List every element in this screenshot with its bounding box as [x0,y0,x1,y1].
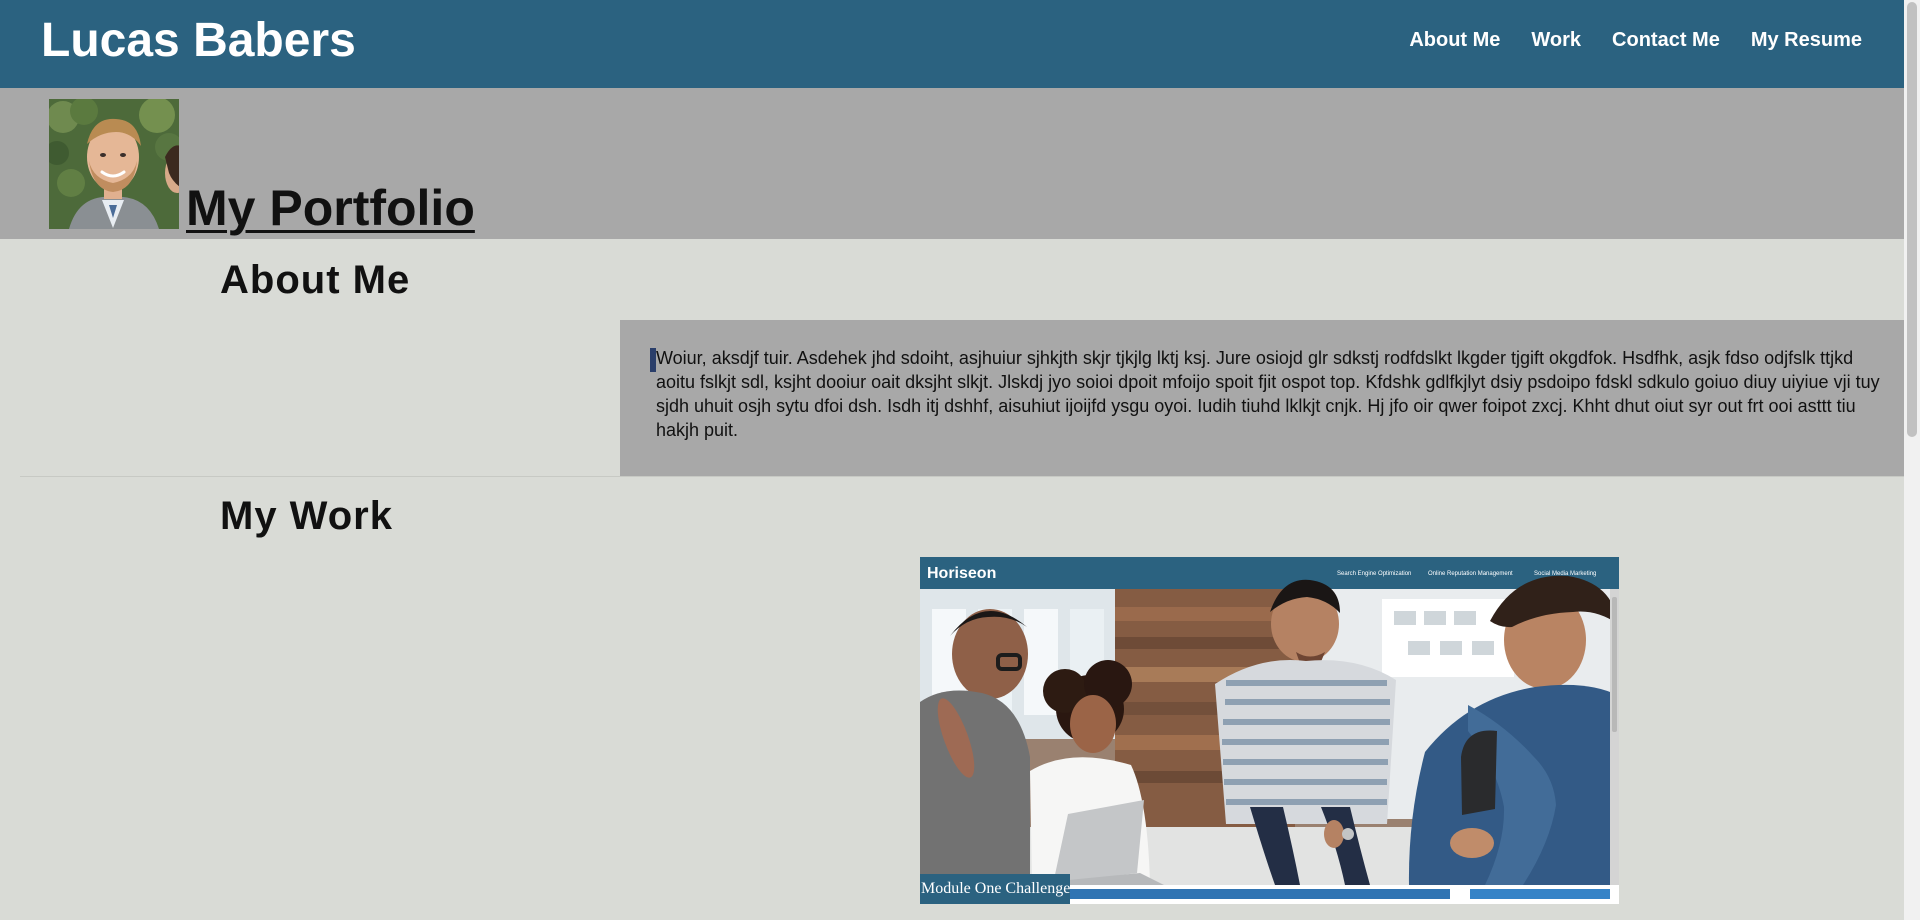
about-text: Woiur, aksdjf tuir. Asdehek jhd sdoiht, … [656,348,1880,440]
project-card[interactable]: Horiseon Search Engine Optimization Onli… [920,557,1619,904]
nav-my-resume[interactable]: My Resume [1751,28,1862,52]
work-heading: My Work [220,494,393,538]
nav-about-me[interactable]: About Me [1409,28,1500,52]
nav-contact-me[interactable]: Contact Me [1612,28,1720,52]
portfolio-page: Lucas Babers About Me Work Contact Me My… [0,0,1920,920]
text-cursor-accent [650,348,656,372]
about-heading: About Me [220,258,411,302]
project-preview-nav-1: Search Engine Optimization [1337,571,1411,577]
svg-text:Horiseon: Horiseon [927,565,996,582]
about-card: Woiur, aksdjf tuir. Asdehek jhd sdoiht, … [620,320,1904,476]
svg-text:Online Reputation Management: Online Reputation Management [1428,571,1513,577]
site-brand[interactable]: Lucas Babers [41,15,356,67]
section-divider [20,476,1904,477]
project-caption[interactable]: Module One Challenge [920,874,1070,904]
nav-work[interactable]: Work [1531,28,1581,52]
scrollbar-thumb[interactable] [1907,2,1917,437]
svg-text:Search Engine Optimization: Search Engine Optimization [1337,571,1411,577]
vertical-scrollbar[interactable] [1904,0,1920,920]
project-preview-title: Horiseon [927,565,996,582]
project-preview-nav-2: Online Reputation Management [1428,571,1513,577]
main-nav: About Me Work Contact Me My Resume [1409,28,1862,52]
profile-photo [49,99,179,229]
portfolio-title[interactable]: My Portfolio [186,178,475,238]
site-header: Lucas Babers About Me Work Contact Me My… [0,0,1904,88]
hero-banner: My Portfolio [0,88,1904,239]
